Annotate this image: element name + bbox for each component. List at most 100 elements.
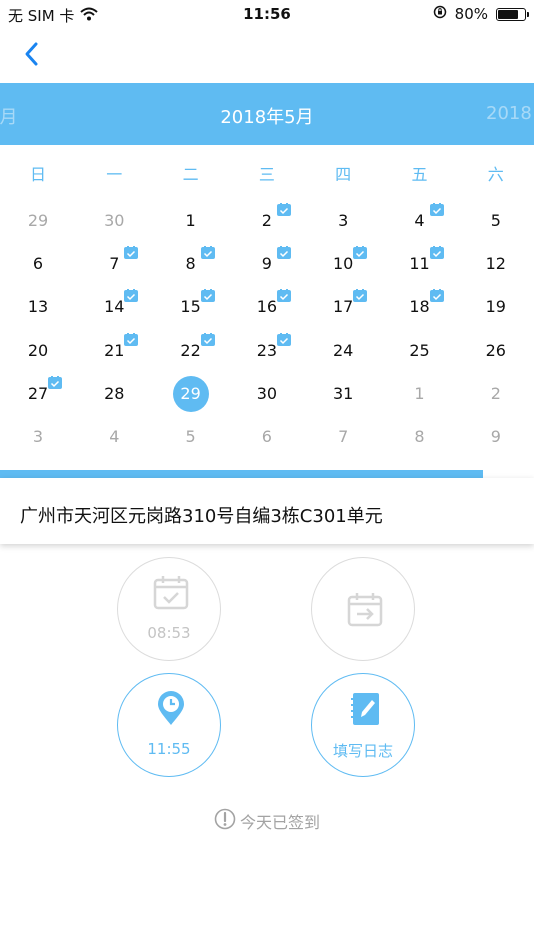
calendar-day[interactable]: 8 (382, 415, 458, 458)
month-header[interactable]: 年4月 2018年5月 2018 (0, 83, 534, 145)
calendar-check-icon (276, 331, 291, 346)
calendar-check-icon (200, 331, 215, 346)
calendar-day[interactable]: 11 (382, 242, 458, 285)
location-clock-icon (153, 691, 189, 727)
weekday-label: 三 (258, 165, 275, 184)
calendar-day-selected[interactable]: 29 (153, 372, 229, 415)
calendar-day[interactable]: 4 (382, 199, 458, 242)
calendar-day[interactable]: 24 (305, 329, 381, 372)
calendar-day[interactable]: 17 (305, 285, 381, 328)
calendar-day[interactable]: 7 (305, 415, 381, 458)
next-month-label[interactable]: 2018 (486, 103, 532, 124)
location-checkin-button[interactable]: 11:55 (117, 673, 221, 777)
calendar-day[interactable]: 19 (458, 285, 534, 328)
calendar-day[interactable]: 10 (305, 242, 381, 285)
calendar-day[interactable]: 8 (153, 242, 229, 285)
calendar-day[interactable]: 26 (458, 329, 534, 372)
calendar-check-icon (200, 287, 215, 303)
calendar-day[interactable]: 28 (76, 372, 152, 415)
calendar-day[interactable]: 16 (229, 285, 305, 328)
calendar-day[interactable]: 1 (382, 372, 458, 415)
calendar-progress (0, 470, 534, 478)
calendar-day[interactable]: 2 (229, 199, 305, 242)
battery-percent: 80% (454, 5, 488, 23)
calendar-day[interactable]: 13 (0, 285, 76, 328)
calendar-check-icon (200, 244, 215, 260)
day-number: 7 (109, 254, 120, 274)
back-button[interactable] (20, 38, 50, 72)
weekday-label: 一 (106, 165, 123, 184)
calendar-day[interactable]: 4 (76, 415, 152, 458)
calendar-day[interactable]: 30 (76, 199, 152, 242)
weekday-label: 五 (411, 165, 428, 184)
status-bar: 无 SIM 卡 11:56 80% (0, 0, 534, 28)
calendar-day[interactable]: 20 (0, 329, 76, 372)
day-number: 6 (32, 254, 44, 274)
day-number: 8 (414, 427, 425, 446)
day-number: 27 (27, 383, 49, 403)
calendar-day[interactable]: 2 (458, 372, 534, 415)
calendar-day[interactable]: 3 (305, 199, 381, 242)
calendar-day[interactable]: 27 (0, 372, 76, 415)
weekday-label: 六 (487, 165, 504, 184)
day-number: 9 (261, 254, 272, 274)
write-log-label: 填写日志 (332, 742, 393, 760)
calendar-day[interactable]: 31 (305, 372, 381, 415)
day-number: 15 (180, 297, 201, 317)
notebook-pen-icon (347, 691, 383, 727)
calendar-check-icon (353, 244, 368, 260)
checkout-button[interactable] (311, 557, 415, 661)
calendar-check-icon (429, 201, 444, 216)
calendar-day[interactable]: 29 (0, 199, 76, 242)
calendar-day[interactable]: 6 (229, 415, 305, 458)
calendar-day[interactable]: 21 (76, 329, 152, 372)
calendar-day[interactable]: 18 (382, 285, 458, 328)
day-number: 25 (409, 340, 430, 360)
day-number: 11 (409, 254, 430, 274)
calendar-day[interactable]: 7 (76, 242, 152, 285)
day-number: 13 (27, 297, 49, 317)
weekday-row: 日一二三四五六 (0, 145, 534, 197)
calendar-day[interactable]: 3 (0, 415, 76, 458)
signed-notice: 今天已签到 (0, 808, 534, 834)
calendar-check-icon (276, 244, 291, 260)
calendar-day[interactable]: 30 (229, 372, 305, 415)
checkin-button[interactable]: 08:53 (117, 557, 221, 661)
calendar-check-icon (353, 287, 368, 303)
day-number: 3 (338, 211, 349, 230)
checkin-time: 08:53 (147, 624, 191, 642)
calendar-day[interactable]: 25 (382, 329, 458, 372)
day-number: 1 (414, 383, 425, 403)
day-number: 16 (256, 297, 278, 317)
calendar-day[interactable]: 22 (153, 329, 229, 372)
calendar-day[interactable]: 15 (153, 285, 229, 328)
day-number: 2 (261, 211, 272, 230)
day-number: 26 (485, 340, 506, 360)
calendar-day[interactable]: 6 (0, 242, 76, 285)
calendar-check-icon (124, 244, 139, 260)
day-number: 10 (333, 254, 354, 274)
calendar-check-icon (429, 287, 444, 303)
day-number: 4 (414, 211, 425, 230)
weekday-label: 二 (182, 165, 199, 184)
location-time: 11:55 (147, 740, 191, 758)
calendar-day[interactable]: 5 (153, 415, 229, 458)
day-number: 5 (490, 211, 501, 230)
day-number: 22 (180, 340, 201, 360)
day-number: 3 (32, 427, 44, 446)
day-number: 4 (109, 427, 120, 446)
calendar-day[interactable]: 9 (229, 242, 305, 285)
calendar-day[interactable]: 23 (229, 329, 305, 372)
nav-bar (0, 28, 534, 83)
chevron-left-icon (25, 42, 38, 66)
calendar-day[interactable]: 14 (76, 285, 152, 328)
calendar-day[interactable]: 12 (458, 242, 534, 285)
calendar-day[interactable]: 5 (458, 199, 534, 242)
calendar-check-icon (124, 331, 139, 346)
day-number: 6 (261, 427, 272, 446)
day-number: 28 (104, 383, 125, 403)
calendar-day[interactable]: 1 (153, 199, 229, 242)
write-log-button[interactable]: 填写日志 (311, 673, 415, 777)
calendar-day[interactable]: 9 (458, 415, 534, 458)
progress-fill (0, 470, 484, 478)
